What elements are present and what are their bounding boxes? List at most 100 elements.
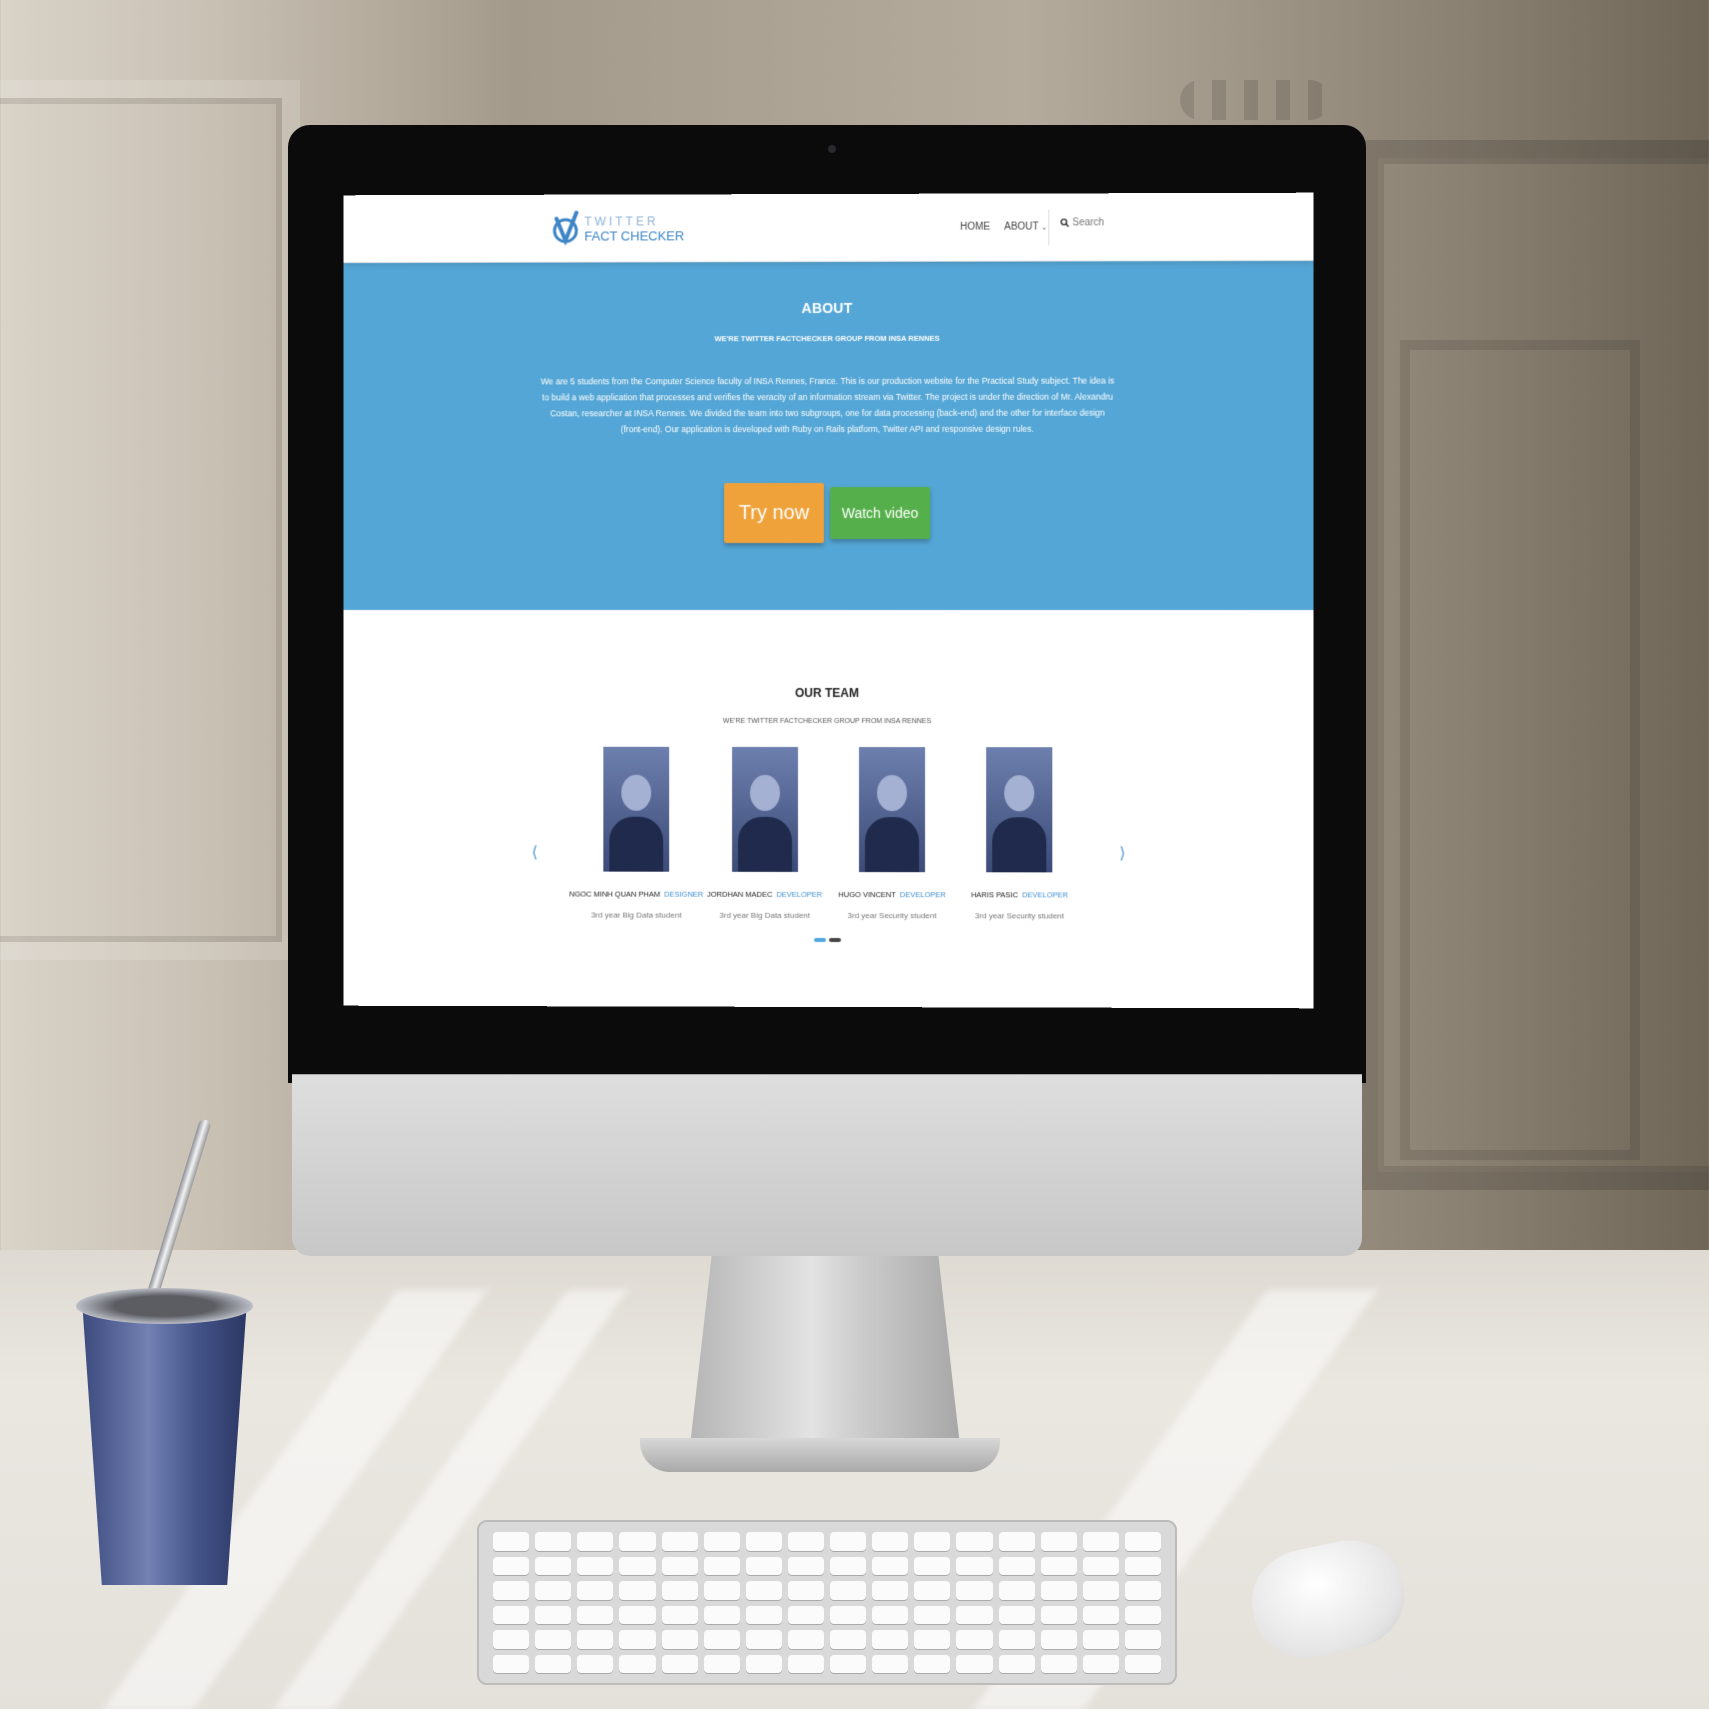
keyboard-key[interactable]	[914, 1630, 951, 1649]
team-member[interactable]: HUGO VINCENT DEVELOPER 3rd year Security …	[828, 747, 955, 920]
keyboard-key[interactable]	[787, 1532, 824, 1551]
keyboard-key[interactable]	[914, 1532, 951, 1551]
keyboard-key[interactable]	[703, 1654, 740, 1673]
chevron-right-icon[interactable]: ⟩	[1119, 843, 1125, 863]
keyboard-key[interactable]	[872, 1605, 909, 1624]
keyboard-key[interactable]	[493, 1581, 530, 1600]
keyboard-key[interactable]	[1082, 1556, 1119, 1575]
keyboard-key[interactable]	[1082, 1532, 1119, 1551]
team-member[interactable]: HARIS PASIC DEVELOPER 3rd year Security s…	[956, 747, 1084, 920]
nav-home[interactable]: HOME	[960, 222, 990, 233]
keyboard-key[interactable]	[661, 1532, 698, 1551]
keyboard-key[interactable]	[745, 1556, 782, 1575]
keyboard-key[interactable]	[872, 1532, 909, 1551]
keyboard-key[interactable]	[577, 1532, 614, 1551]
keyboard-key[interactable]	[1040, 1654, 1077, 1673]
keyboard-key[interactable]	[956, 1654, 993, 1673]
keyboard-key[interactable]	[577, 1556, 614, 1575]
keyboard-key[interactable]	[914, 1654, 951, 1673]
keyboard-key[interactable]	[1124, 1605, 1161, 1624]
keyboard-key[interactable]	[493, 1532, 530, 1551]
keyboard-key[interactable]	[577, 1581, 614, 1600]
keyboard-key[interactable]	[956, 1630, 993, 1649]
keyboard-key[interactable]	[745, 1605, 782, 1624]
keyboard-key[interactable]	[619, 1654, 656, 1673]
keyboard-key[interactable]	[1124, 1556, 1161, 1575]
keyboard-key[interactable]	[872, 1581, 909, 1600]
keyboard-key[interactable]	[661, 1630, 698, 1649]
keyboard-key[interactable]	[703, 1556, 740, 1575]
carousel-dot-1[interactable]	[813, 937, 826, 942]
keyboard-key[interactable]	[872, 1556, 909, 1575]
keyboard-key[interactable]	[998, 1532, 1035, 1551]
keyboard-key[interactable]	[577, 1630, 614, 1649]
keyboard-key[interactable]	[493, 1654, 530, 1673]
keyboard-key[interactable]	[1040, 1630, 1077, 1649]
keyboard-key[interactable]	[1040, 1556, 1077, 1575]
watch-video-button[interactable]: Watch video	[829, 486, 931, 539]
site-logo[interactable]: TWITTER FACT CHECKER	[553, 208, 684, 248]
keyboard-key[interactable]	[830, 1630, 867, 1649]
search-input[interactable]	[1072, 217, 1163, 229]
keyboard-key[interactable]	[914, 1605, 951, 1624]
keyboard-key[interactable]	[998, 1654, 1035, 1673]
keyboard-key[interactable]	[535, 1630, 572, 1649]
keyboard-key[interactable]	[745, 1532, 782, 1551]
keyboard-key[interactable]	[535, 1532, 572, 1551]
keyboard-key[interactable]	[1082, 1630, 1119, 1649]
keyboard-key[interactable]	[956, 1556, 993, 1575]
keyboard[interactable]	[477, 1520, 1177, 1685]
keyboard-key[interactable]	[745, 1630, 782, 1649]
keyboard-key[interactable]	[577, 1654, 614, 1673]
keyboard-key[interactable]	[535, 1605, 572, 1624]
keyboard-key[interactable]	[619, 1630, 656, 1649]
keyboard-key[interactable]	[619, 1581, 656, 1600]
keyboard-key[interactable]	[1040, 1605, 1077, 1624]
keyboard-key[interactable]	[703, 1630, 740, 1649]
keyboard-key[interactable]	[998, 1581, 1035, 1600]
keyboard-key[interactable]	[493, 1605, 530, 1624]
keyboard-key[interactable]	[787, 1654, 824, 1673]
keyboard-key[interactable]	[1124, 1581, 1161, 1600]
keyboard-key[interactable]	[914, 1581, 951, 1600]
keyboard-key[interactable]	[577, 1605, 614, 1624]
keyboard-key[interactable]	[1082, 1605, 1119, 1624]
keyboard-key[interactable]	[703, 1605, 740, 1624]
keyboard-key[interactable]	[998, 1605, 1035, 1624]
team-member[interactable]: JORDHAN MADEC DEVELOPER 3rd year Big Data…	[701, 746, 828, 920]
carousel-dot-2[interactable]	[828, 938, 841, 943]
keyboard-key[interactable]	[787, 1581, 824, 1600]
keyboard-key[interactable]	[661, 1654, 698, 1673]
keyboard-key[interactable]	[703, 1532, 740, 1551]
keyboard-key[interactable]	[956, 1581, 993, 1600]
keyboard-key[interactable]	[872, 1630, 909, 1649]
keyboard-key[interactable]	[1124, 1532, 1161, 1551]
keyboard-key[interactable]	[661, 1605, 698, 1624]
keyboard-key[interactable]	[830, 1556, 867, 1575]
keyboard-key[interactable]	[830, 1532, 867, 1551]
keyboard-key[interactable]	[745, 1581, 782, 1600]
chevron-left-icon[interactable]: ⟨	[532, 843, 538, 863]
keyboard-key[interactable]	[661, 1581, 698, 1600]
keyboard-key[interactable]	[830, 1654, 867, 1673]
keyboard-key[interactable]	[787, 1630, 824, 1649]
keyboard-key[interactable]	[956, 1605, 993, 1624]
team-member[interactable]: NGOC MINH QUAN PHAM DESIGNER 3rd year Big…	[569, 746, 703, 920]
keyboard-key[interactable]	[1082, 1654, 1119, 1673]
keyboard-key[interactable]	[535, 1581, 572, 1600]
keyboard-key[interactable]	[1082, 1581, 1119, 1600]
nav-about[interactable]: ABOUT ⌄	[1004, 221, 1047, 232]
keyboard-key[interactable]	[956, 1532, 993, 1551]
keyboard-key[interactable]	[830, 1605, 867, 1624]
keyboard-key[interactable]	[619, 1556, 656, 1575]
keyboard-key[interactable]	[535, 1556, 572, 1575]
search-icon[interactable]	[1060, 218, 1069, 227]
keyboard-key[interactable]	[619, 1532, 656, 1551]
keyboard-key[interactable]	[787, 1605, 824, 1624]
keyboard-key[interactable]	[1040, 1532, 1077, 1551]
keyboard-key[interactable]	[1124, 1654, 1161, 1673]
keyboard-key[interactable]	[619, 1605, 656, 1624]
try-now-button[interactable]: Try now	[724, 483, 825, 544]
keyboard-key[interactable]	[830, 1581, 867, 1600]
keyboard-key[interactable]	[1040, 1581, 1077, 1600]
